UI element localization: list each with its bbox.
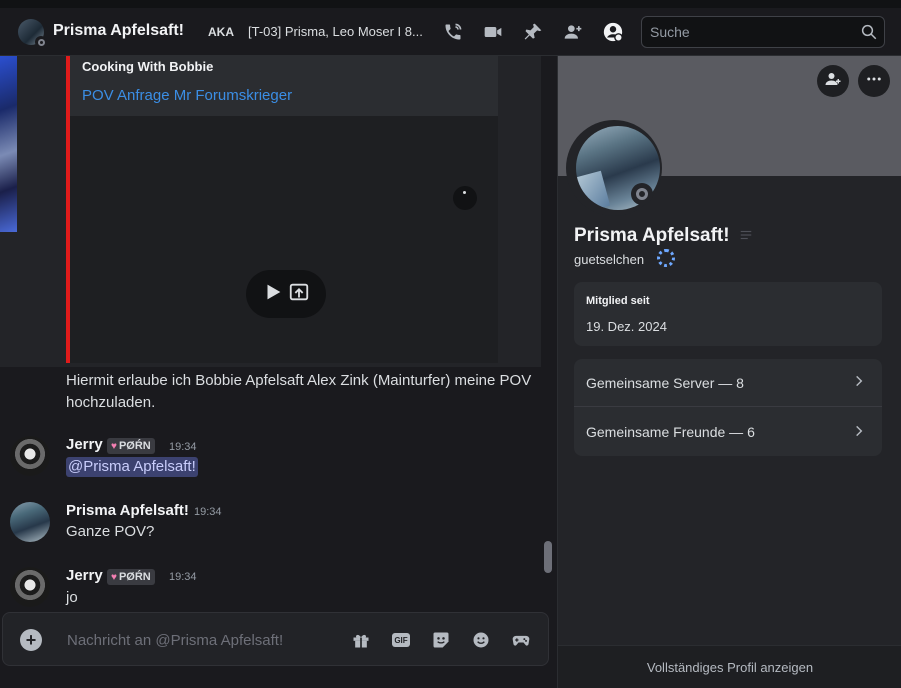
emoji-icon[interactable] [470, 629, 492, 651]
message-content: jo [66, 589, 78, 606]
avatar-decoration [576, 170, 611, 210]
scrollbar-thumb[interactable] [544, 541, 552, 573]
user-profile-panel: Prisma Apfelsaft! guetselchen Mitglied s… [557, 56, 901, 688]
video-channel-icon [453, 186, 477, 210]
mutual-friends-label: Gemeinsame Freunde — 6 [586, 424, 755, 440]
aka-label: AKA [208, 25, 234, 39]
gift-icon[interactable] [350, 629, 372, 651]
role-badge[interactable]: ♥ PØŔN [107, 438, 155, 454]
role-badge[interactable]: ♥ PØŔN [107, 569, 155, 585]
more-dots-icon [865, 70, 883, 93]
more-options-button[interactable] [858, 65, 890, 97]
add-friend-icon [824, 70, 842, 93]
chevron-right-icon [852, 424, 866, 441]
add-friend-button[interactable] [817, 65, 849, 97]
video-icon[interactable] [482, 21, 504, 43]
link-embed: Cooking With Bobbie POV Anfrage Mr Forum… [66, 56, 498, 363]
add-friend-icon[interactable] [562, 21, 584, 43]
video-controls[interactable] [246, 270, 326, 318]
image-thumbnail[interactable] [0, 56, 17, 232]
message-author[interactable]: Prisma Apfelsaft! [66, 502, 189, 519]
mutuals-card: Gemeinsame Server — 8 Gemeinsame Freunde… [574, 359, 882, 456]
header-title[interactable]: Prisma Apfelsaft! [53, 22, 184, 40]
dm-header: Prisma Apfelsaft! AKA [T-03] Prisma, Leo… [0, 0, 901, 56]
chevron-right-icon [852, 374, 866, 391]
message-composer: + GIF [2, 612, 549, 666]
profile-username: guetselchen [574, 252, 645, 267]
offline-status-icon [35, 36, 47, 48]
note-icon[interactable] [739, 228, 753, 242]
mutual-servers-label: Gemeinsame Server — 8 [586, 374, 744, 391]
search-icon [860, 23, 878, 46]
message-author[interactable]: Jerry [66, 567, 103, 584]
embed-author[interactable]: Cooking With Bobbie [82, 59, 213, 74]
message-timestamp: 19:34 [169, 441, 197, 453]
message-timestamp: 19:34 [194, 506, 222, 518]
pin-icon[interactable] [522, 21, 544, 43]
chat-area: Cooking With Bobbie POV Anfrage Mr Forum… [0, 56, 557, 688]
offline-status-icon [631, 183, 653, 205]
member-since-value: 19. Dez. 2024 [586, 319, 667, 334]
embed-title-link[interactable]: POV Anfrage Mr Forumskrieger [82, 87, 292, 104]
nitro-badge-icon[interactable] [657, 249, 675, 267]
message-timestamp: 19:34 [169, 571, 197, 583]
message-content: Ganze POV? [66, 523, 155, 540]
gif-icon[interactable]: GIF [390, 629, 412, 651]
profile-avatar[interactable] [566, 120, 662, 216]
avatar[interactable] [10, 502, 50, 542]
message-author[interactable]: Jerry [66, 436, 103, 453]
open-external-icon[interactable] [288, 281, 310, 308]
message-input[interactable] [59, 627, 329, 653]
activity-gamepad-icon[interactable] [510, 629, 532, 651]
upload-plus-icon[interactable]: + [20, 629, 42, 651]
view-full-profile-button[interactable]: Vollständiges Profil anzeigen [558, 645, 901, 688]
message-content: Hiermit erlaube ich Bobbie Apfelsaft Ale… [66, 372, 532, 411]
avatar[interactable] [10, 436, 50, 476]
phone-icon[interactable] [442, 21, 464, 43]
sticker-icon[interactable] [430, 629, 452, 651]
profile-display-name: Prisma Apfelsaft! [574, 225, 730, 246]
search-input[interactable] [642, 17, 852, 47]
search-box[interactable] [641, 16, 885, 48]
member-since-card: Mitglied seit 19. Dez. 2024 [574, 282, 882, 346]
server-tag-label[interactable]: [T-03] Prisma, Leo Moser I 8... [248, 24, 430, 39]
user-mention[interactable]: @Prisma Apfelsaft! [66, 457, 198, 477]
play-icon[interactable] [262, 281, 284, 308]
avatar[interactable] [10, 567, 50, 607]
header-avatar[interactable] [18, 19, 47, 48]
mutual-friends-row[interactable]: Gemeinsame Freunde — 6 [574, 408, 882, 456]
embed-video[interactable] [70, 116, 498, 363]
profile-toggle-icon[interactable] [602, 21, 624, 43]
heart-icon: ♥ [111, 440, 117, 452]
heart-icon: ♥ [111, 571, 117, 583]
mutual-servers-row[interactable]: Gemeinsame Server — 8 [574, 359, 882, 407]
member-since-label: Mitglied seit [586, 295, 650, 307]
